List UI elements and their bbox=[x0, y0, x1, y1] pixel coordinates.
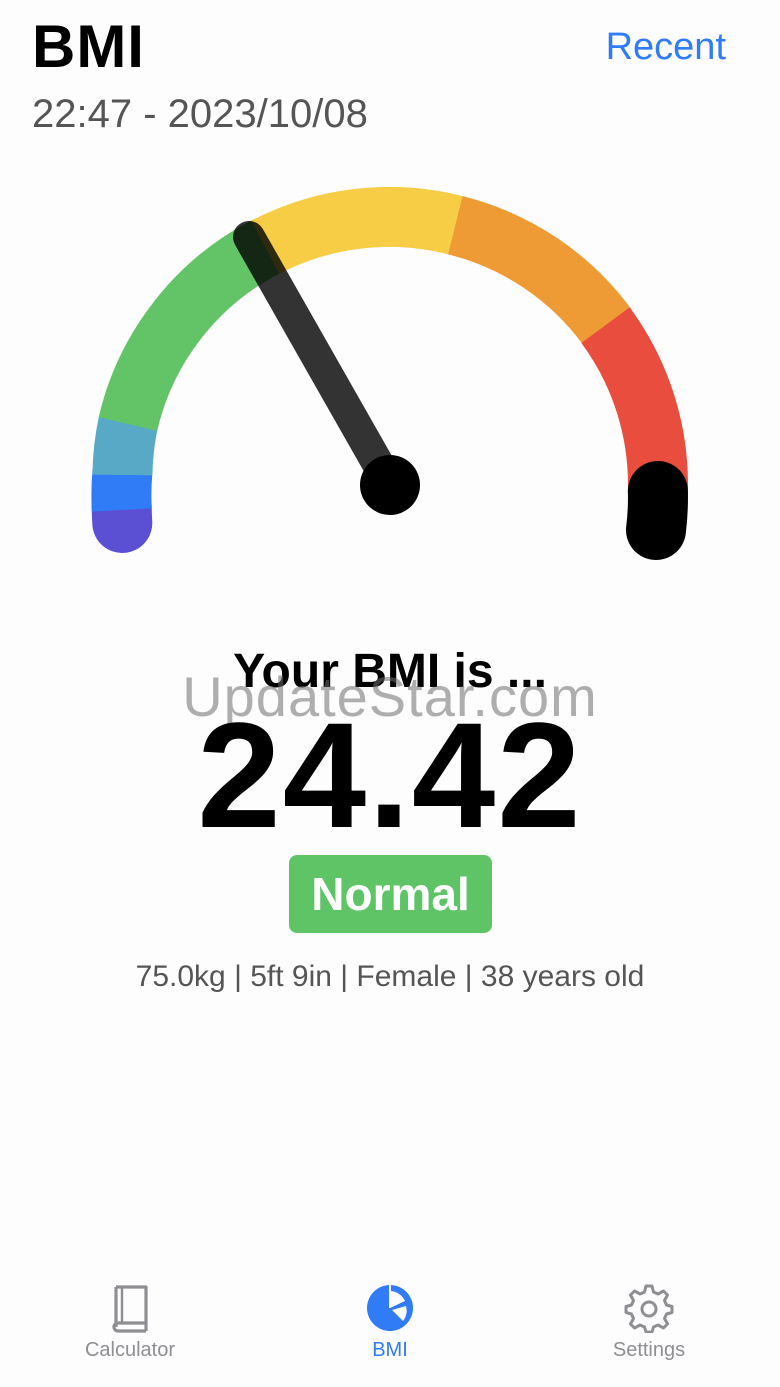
bmi-value: 24.42 bbox=[197, 691, 583, 859]
bmi-gauge bbox=[91, 186, 688, 560]
page-title: BMI bbox=[32, 13, 145, 80]
gear-icon bbox=[624, 1284, 674, 1333]
gauge-segment-normal bbox=[98, 218, 283, 432]
gauge-segment-underweight bbox=[91, 469, 153, 512]
tab-calculator-label: Calculator bbox=[84, 1339, 176, 1361]
tab-calculator[interactable]: Calculator bbox=[50, 1277, 210, 1387]
profile-details: 75.0kg | 5ft 9in | Female | 38 years old bbox=[135, 960, 645, 993]
pie-chart-icon bbox=[367, 1285, 413, 1331]
gauge-segment-overweight bbox=[251, 186, 466, 275]
tab-settings[interactable]: Settings bbox=[569, 1277, 729, 1387]
category-badge: Normal bbox=[289, 855, 492, 933]
gauge-segment-obese-3 bbox=[626, 461, 688, 560]
tab-bmi-label: BMI bbox=[372, 1339, 408, 1361]
tab-settings-label: Settings bbox=[612, 1339, 686, 1361]
book-icon bbox=[112, 1285, 148, 1333]
tab-bmi[interactable]: BMI bbox=[310, 1277, 470, 1387]
gauge-needle bbox=[233, 221, 406, 501]
tab-bar: Calculator BMI Settings bbox=[0, 1277, 780, 1387]
gauge-segment-mild-underweight bbox=[92, 414, 159, 477]
gauge-segment-obese-1 bbox=[447, 196, 632, 346]
gauge-needle-hub bbox=[360, 455, 420, 515]
recent-button[interactable]: Recent bbox=[606, 26, 726, 69]
timestamp: 22:47 - 2023/10/08 bbox=[32, 92, 368, 136]
